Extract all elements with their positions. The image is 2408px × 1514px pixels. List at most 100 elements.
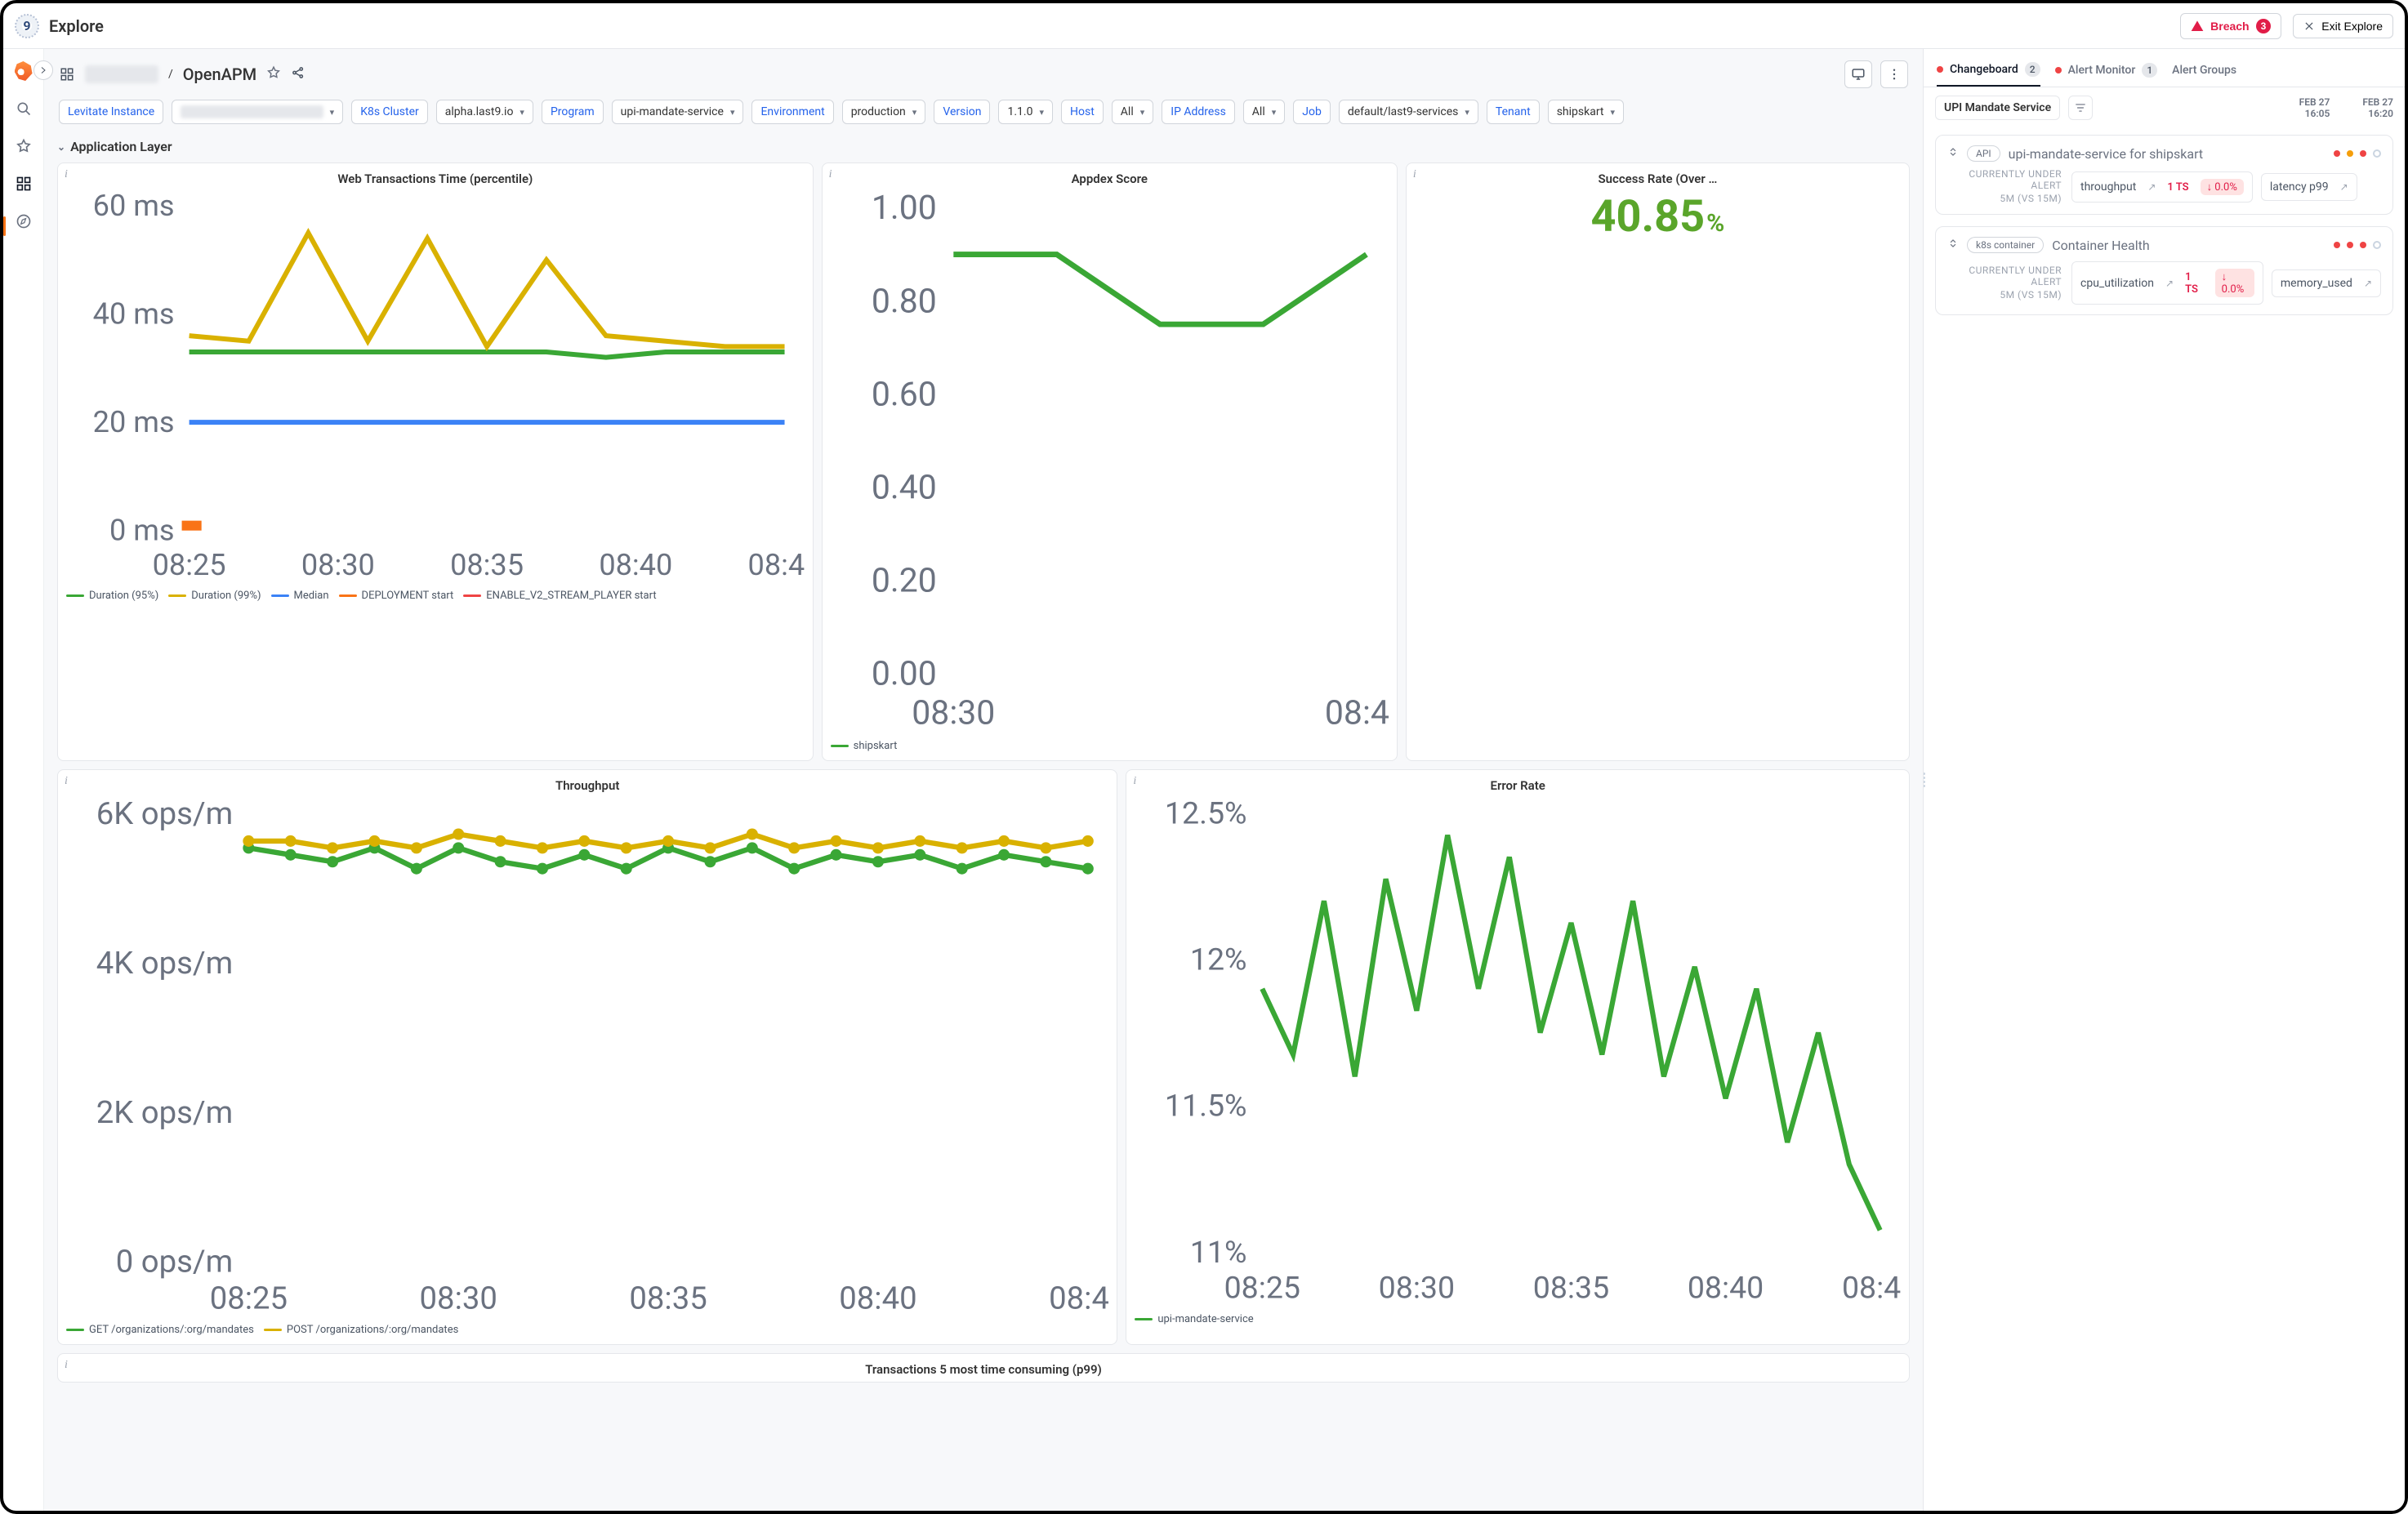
severity-dots — [2334, 149, 2381, 158]
kind-pill: k8s container — [1967, 237, 2044, 253]
card-error-rate[interactable]: i Error Rate 11%11.5%12%12.5%08:2508:300… — [1126, 769, 1910, 1345]
filter-label-env: Environment — [751, 100, 833, 124]
redacted-breadcrumb — [85, 65, 158, 83]
card-success-rate[interactable]: i Success Rate (Over … 40.85% — [1406, 163, 1910, 761]
breach-button[interactable]: Breach 3 — [2180, 13, 2281, 39]
filter-tenant-select[interactable]: shipskart▾ — [1548, 100, 1624, 124]
collapse-icon — [1947, 238, 1959, 249]
svg-text:08:45: 08:45 — [1049, 1280, 1108, 1317]
svg-text:12%: 12% — [1190, 942, 1247, 978]
card-apdex[interactable]: i Appdex Score 0.000.200.400.600.801.000… — [822, 163, 1398, 761]
severity-dots — [2334, 241, 2381, 249]
arrow-ne-icon: ↗ — [2340, 181, 2348, 193]
exit-explore-button[interactable]: Exit Explore — [2293, 14, 2393, 38]
card-collapse-button[interactable] — [1947, 238, 1959, 252]
changeboard-card[interactable]: API upi-mandate-service for shipskart CU… — [1935, 135, 2393, 215]
filter-host-select[interactable]: All▾ — [1112, 100, 1153, 124]
filter-env-select[interactable]: production▾ — [842, 100, 926, 124]
exit-explore-label: Exit Explore — [2321, 20, 2383, 33]
filter-program-select[interactable]: upi-mandate-service▾ — [612, 100, 744, 124]
rcard-title: upi-mandate-service for shipskart — [2009, 146, 2203, 162]
info-icon[interactable]: i — [65, 775, 68, 788]
status-dot-icon — [2055, 67, 2062, 73]
panel-resize-handle[interactable] — [1923, 773, 1927, 787]
svg-text:08:30: 08:30 — [301, 547, 375, 582]
info-icon[interactable]: i — [65, 168, 68, 181]
svg-text:08:40: 08:40 — [599, 547, 672, 582]
info-icon[interactable]: i — [1413, 168, 1416, 181]
svg-text:08:35: 08:35 — [629, 1280, 707, 1317]
info-icon[interactable]: i — [65, 1359, 68, 1372]
service-selector[interactable]: UPI Mandate Service — [1935, 96, 2060, 120]
svg-text:4K ops/m: 4K ops/m — [96, 945, 233, 982]
filter-label-version: Version — [934, 100, 990, 124]
legend-item[interactable]: POST /organizations/:org/mandates — [264, 1324, 458, 1336]
filter-button[interactable] — [2068, 96, 2093, 120]
status-dot-icon — [2360, 242, 2366, 248]
share-dashboard-button[interactable] — [291, 65, 305, 83]
success-rate-value: 40.85% — [1415, 191, 1901, 346]
filter-levitate-select[interactable]: ▾ — [172, 100, 343, 124]
card-title: Success Rate (Over … — [1415, 171, 1901, 186]
metric-ts: 1 TS — [2185, 271, 2204, 296]
card-most-consuming[interactable]: i Transactions 5 most time consuming (p9… — [57, 1353, 1910, 1383]
svg-text:08:40: 08:40 — [839, 1280, 916, 1317]
nav-active-indicator — [3, 216, 6, 236]
right-panel: Changeboard 2 Alert Monitor 1 Alert Grou… — [1923, 49, 2405, 1511]
tab-count: 1 — [2142, 63, 2157, 78]
svg-text:08:35: 08:35 — [450, 547, 524, 582]
card-web-transactions[interactable]: i Web Transactions Time (percentile) 0 m… — [57, 163, 814, 761]
filter-k8s-select[interactable]: alpha.last9.io▾ — [436, 100, 533, 124]
nav-star[interactable] — [15, 137, 33, 155]
info-icon[interactable]: i — [1133, 775, 1136, 788]
filter-label-host: Host — [1061, 100, 1104, 124]
metric-box-b[interactable]: latency p99 ↗ — [2261, 173, 2357, 201]
svg-text:12.5%: 12.5% — [1165, 798, 1247, 831]
tab-changeboard[interactable]: Changeboard 2 — [1937, 57, 2040, 87]
card-collapse-button[interactable] — [1947, 146, 1959, 161]
nav-search[interactable] — [15, 100, 33, 118]
legend-item[interactable]: Median — [271, 590, 329, 602]
legend-item[interactable]: ENABLE_V2_STREAM_PLAYER start — [463, 590, 656, 602]
legend-item[interactable]: GET /organizations/:org/mandates — [66, 1324, 254, 1336]
nav-explore[interactable] — [15, 212, 33, 230]
info-icon[interactable]: i — [829, 168, 832, 181]
metric-box-a[interactable]: throughput ↗ 1 TS ↓ 0.0% — [2071, 171, 2253, 203]
nav-dashboards[interactable] — [15, 175, 33, 193]
legend-item[interactable]: upi-mandate-service — [1135, 1313, 1253, 1325]
filter-ip-select[interactable]: All▾ — [1243, 100, 1285, 124]
metric-name: latency p99 — [2270, 180, 2329, 194]
card-throughput[interactable]: i Throughput 0 ops/m2K ops/m4K ops/m6K o… — [57, 769, 1117, 1345]
section-application-layer[interactable]: ⌄ Application Layer — [57, 134, 1910, 163]
filter-version-select[interactable]: 1.1.0▾ — [998, 100, 1053, 124]
svg-text:0.80: 0.80 — [872, 282, 937, 321]
filter-job-select[interactable]: default/last9-services▾ — [1339, 100, 1478, 124]
legend-item[interactable]: Duration (95%) — [66, 590, 158, 602]
filter-label-program: Program — [542, 100, 604, 124]
legend-item[interactable]: Duration (99%) — [168, 590, 261, 602]
sidebar-collapse-button[interactable] — [33, 60, 53, 80]
breadcrumb-sep: / — [168, 68, 173, 81]
share-icon — [291, 65, 305, 80]
filter-label-job: Job — [1293, 100, 1331, 124]
tab-alert-groups[interactable]: Alert Groups — [2172, 59, 2236, 85]
metric-delta: ↓ 0.0% — [2215, 269, 2254, 297]
time-end: FEB 2716:20 — [2362, 96, 2393, 120]
status-ring-icon — [2373, 149, 2381, 158]
tv-mode-button[interactable] — [1844, 60, 1872, 88]
filter-bar: Levitate Instance ▾ K8s Cluster alpha.la… — [57, 100, 1910, 134]
metric-box-b[interactable]: memory_used ↗ — [2272, 269, 2381, 297]
status-dot-icon — [2334, 242, 2340, 248]
star-dashboard-button[interactable] — [266, 65, 281, 83]
nav-grafana[interactable] — [15, 62, 33, 80]
chart-web-transactions: 0 ms20 ms40 ms60 ms08:2508:3008:3508:400… — [66, 191, 805, 585]
tab-alert-monitor[interactable]: Alert Monitor 1 — [2055, 58, 2158, 86]
changeboard-card[interactable]: k8s container Container Health CURRENTLY… — [1935, 226, 2393, 315]
svg-text:11%: 11% — [1190, 1235, 1247, 1271]
legend-item[interactable]: DEPLOYMENT start — [339, 590, 454, 602]
legend-item[interactable]: shipskart — [831, 740, 898, 752]
more-button[interactable] — [1880, 60, 1908, 88]
metric-box-a[interactable]: cpu_utilization ↗ 1 TS ↓ 0.0% — [2071, 261, 2263, 305]
svg-text:6K ops/m: 6K ops/m — [96, 798, 233, 832]
dashboard-name[interactable]: OpenAPM — [183, 65, 256, 84]
